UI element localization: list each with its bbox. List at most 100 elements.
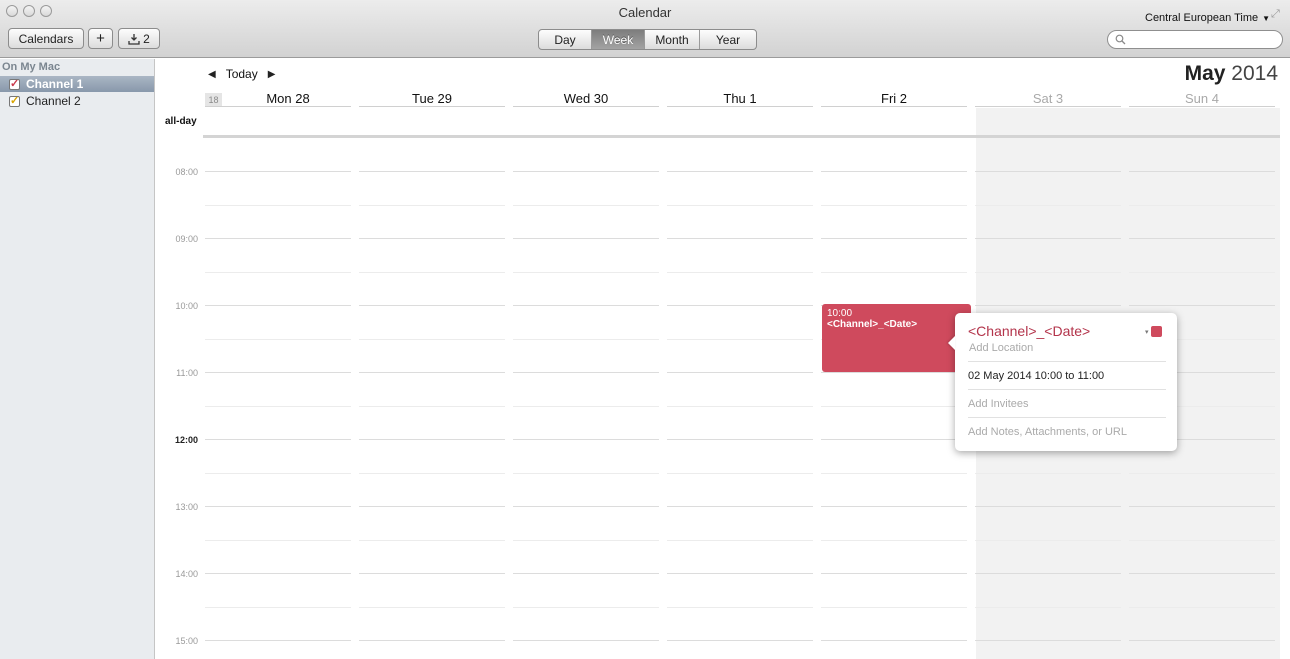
hour-line xyxy=(821,573,967,574)
year-label: 2014 xyxy=(1231,62,1278,85)
half-hour-line xyxy=(359,205,505,206)
magnifier-icon xyxy=(1115,34,1126,45)
hour-line xyxy=(359,171,505,172)
hour-line xyxy=(1129,640,1275,641)
timezone-menu[interactable]: Central European Time ▼ xyxy=(1145,12,1270,24)
calendar-color-picker[interactable]: ▾ xyxy=(1145,326,1162,337)
tab-month-label: Month xyxy=(655,32,689,47)
hour-line xyxy=(821,640,967,641)
previous-week-icon[interactable]: ◀ xyxy=(208,69,216,80)
half-hour-line xyxy=(667,473,813,474)
tray-download-icon xyxy=(128,33,140,45)
half-hour-line xyxy=(513,607,659,608)
tab-year[interactable]: Year xyxy=(700,30,756,49)
hour-label: 08:00 xyxy=(175,167,198,177)
half-hour-line xyxy=(359,607,505,608)
hour-line xyxy=(975,171,1121,172)
half-hour-line xyxy=(513,473,659,474)
half-hour-line xyxy=(975,607,1121,608)
month-label: May xyxy=(1184,62,1226,85)
half-hour-line xyxy=(205,272,351,273)
hour-line xyxy=(975,640,1121,641)
day-header-sun[interactable]: Sun 4 xyxy=(1129,91,1275,107)
tab-day[interactable]: Day xyxy=(539,30,592,49)
hour-line xyxy=(821,506,967,507)
half-hour-line xyxy=(1129,607,1275,608)
toolbar: Calendar Calendars + 2 Day Week Month Ye… xyxy=(0,0,1290,58)
tab-year-label: Year xyxy=(715,32,741,47)
hour-label: 11:00 xyxy=(176,368,198,378)
divider xyxy=(968,361,1166,362)
half-hour-line xyxy=(821,473,967,474)
hour-line xyxy=(359,640,505,641)
date-time-field[interactable]: 02 May 2014 10:00 to 11:00 xyxy=(968,370,1104,382)
hour-line xyxy=(821,439,967,440)
next-week-icon[interactable]: ▶ xyxy=(268,69,276,80)
sidebar-item-channel-2[interactable]: ✓ Channel 2 xyxy=(0,93,154,109)
fullscreen-icon[interactable]: ⤢ xyxy=(1271,8,1280,21)
hour-line xyxy=(359,573,505,574)
half-hour-line xyxy=(975,205,1121,206)
hour-line xyxy=(667,171,813,172)
checkbox-channel-1[interactable]: ✓ xyxy=(9,78,20,90)
hour-line xyxy=(205,573,351,574)
window-title: Calendar xyxy=(618,5,672,20)
add-event-button[interactable]: + xyxy=(88,28,113,49)
half-hour-line xyxy=(513,540,659,541)
sidebar: On My Mac ✓ Channel 1 ✓ Channel 2 xyxy=(0,59,155,659)
half-hour-line xyxy=(205,205,351,206)
day-header-sat[interactable]: Sat 3 xyxy=(975,91,1121,107)
tab-week-label: Week xyxy=(602,32,634,47)
location-field[interactable]: Add Location xyxy=(969,342,1033,354)
half-hour-line xyxy=(667,540,813,541)
sidebar-heading: On My Mac xyxy=(2,61,61,73)
hour-label-current: 12:00 xyxy=(174,435,198,445)
day-header-wed[interactable]: Wed 30 xyxy=(513,91,659,107)
half-hour-line xyxy=(1129,540,1275,541)
day-header-mon[interactable]: Mon 28 xyxy=(205,91,351,107)
notes-field[interactable]: Add Notes, Attachments, or URL xyxy=(968,426,1127,438)
hour-line xyxy=(667,372,813,373)
inbox-button[interactable]: 2 xyxy=(118,28,160,49)
hour-line xyxy=(513,305,659,306)
tab-day-label: Day xyxy=(554,32,576,47)
search-input[interactable] xyxy=(1107,30,1283,49)
hour-line xyxy=(359,506,505,507)
event-time: 10:00 xyxy=(827,308,853,319)
half-hour-line xyxy=(359,339,505,340)
hour-line xyxy=(205,238,351,239)
hour-line xyxy=(667,506,813,507)
day-header-tue[interactable]: Tue 29 xyxy=(359,91,505,107)
half-hour-line xyxy=(821,540,967,541)
allday-separator xyxy=(203,135,1280,138)
hour-line xyxy=(513,573,659,574)
sidebar-item-channel-1[interactable]: ✓ Channel 1 xyxy=(0,76,154,92)
hour-line xyxy=(359,439,505,440)
checkbox-channel-2[interactable]: ✓ xyxy=(9,95,20,107)
day-header-fri[interactable]: Fri 2 xyxy=(821,91,967,107)
hour-line xyxy=(667,640,813,641)
calendars-button[interactable]: Calendars xyxy=(8,28,84,49)
today-button[interactable]: Today xyxy=(226,67,258,81)
half-hour-line xyxy=(667,339,813,340)
hour-line xyxy=(205,640,351,641)
popover-title[interactable]: <Channel>_<Date> xyxy=(968,323,1090,339)
half-hour-line xyxy=(667,607,813,608)
hour-line xyxy=(821,372,967,373)
half-hour-line xyxy=(513,205,659,206)
hour-line xyxy=(513,171,659,172)
half-hour-line xyxy=(975,540,1121,541)
day-header-thu[interactable]: Thu 1 xyxy=(667,91,813,107)
half-hour-line xyxy=(359,473,505,474)
half-hour-line xyxy=(359,540,505,541)
allday-label: all-day xyxy=(165,116,197,127)
tab-month[interactable]: Month xyxy=(645,30,700,49)
hour-line xyxy=(205,439,351,440)
hour-line xyxy=(205,171,351,172)
half-hour-line xyxy=(667,272,813,273)
invitees-field[interactable]: Add Invitees xyxy=(968,398,1029,410)
hour-line xyxy=(513,439,659,440)
hour-line xyxy=(1129,506,1275,507)
hour-line xyxy=(513,238,659,239)
tab-week[interactable]: Week xyxy=(592,30,645,49)
